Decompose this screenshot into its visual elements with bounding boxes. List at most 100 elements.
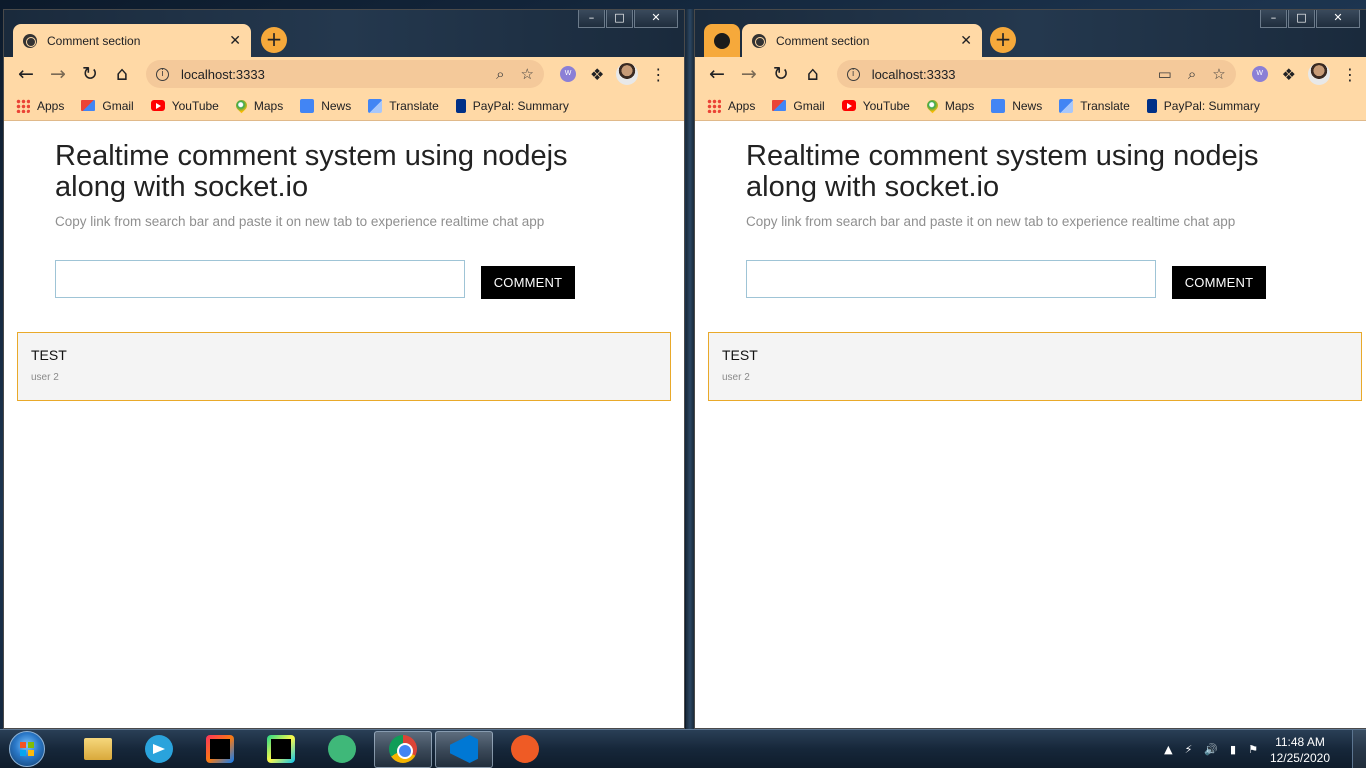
taskbar-chrome[interactable] [374,730,432,768]
comment-card: TEST user 2 [708,332,1362,401]
start-button[interactable] [9,731,45,767]
telegram-icon [145,735,173,763]
intellij-icon [206,735,234,763]
extensions-puzzle-icon[interactable]: ❖ [1282,65,1296,84]
reload-button[interactable]: ↻ [76,60,104,88]
close-tab-icon[interactable]: ✕ [229,33,241,49]
browser-window-right: – □ ✕ Comment section ✕ + ← → ↻ ⌂ i loca… [694,9,1366,729]
bookmark-label: Translate [1080,98,1130,113]
comment-card: TEST user 2 [17,332,671,401]
address-bar[interactable]: i localhost:3333 ▭ ⌕ ☆ [836,60,1236,88]
bookmark-apps[interactable]: Apps [16,98,64,113]
page-title: Realtime comment system using nodejs alo… [55,140,568,203]
new-tab-button[interactable]: + [261,27,287,53]
taskbar-atom[interactable] [313,731,371,768]
pycharm-icon [267,735,295,763]
taskbar-postman[interactable] [496,731,554,768]
apps-icon [707,98,721,113]
taskbar-intellij[interactable] [191,731,249,768]
profile-avatar[interactable] [1308,63,1330,85]
bookmark-apps[interactable]: Apps [707,98,755,113]
power-icon[interactable]: ⚡ [1185,743,1193,756]
vscode-icon [450,735,478,763]
network-signal-icon[interactable]: ▮ [1230,743,1236,756]
forward-button[interactable]: → [735,60,763,88]
forward-button[interactable]: → [44,60,72,88]
url-text[interactable]: localhost:3333 [872,67,1142,82]
maps-icon [924,97,941,114]
taskbar-pycharm[interactable] [252,731,310,768]
bookmark-translate[interactable]: Translate [368,98,439,113]
maximize-button[interactable]: □ [606,10,633,28]
close-window-button[interactable]: ✕ [634,10,678,28]
volume-icon[interactable]: 🔊 [1204,743,1218,756]
zoom-icon[interactable]: ⌕ [1188,65,1196,83]
bookmark-gmail[interactable]: Gmail [81,98,134,113]
comment-text: TEST [31,347,67,363]
info-icon[interactable]: i [846,67,860,81]
pinned-tab-github[interactable] [704,24,740,57]
home-button[interactable]: ⌂ [799,60,827,88]
title-bar: – □ ✕ Comment section ✕ + [4,10,684,57]
menu-dots-icon[interactable]: ⋮ [1342,65,1358,84]
taskbar-vscode[interactable] [435,730,493,768]
bookmark-paypal[interactable]: PayPal: Summary [1146,98,1260,113]
bookmark-news[interactable]: News [991,98,1042,113]
minimize-button[interactable]: – [1260,10,1287,28]
address-bar[interactable]: i localhost:3333 ⌕ ☆ [146,60,544,88]
youtube-icon [841,100,856,111]
new-tab-button[interactable]: + [990,27,1016,53]
news-icon [991,98,1006,113]
title-bar: – □ ✕ Comment section ✕ + [695,10,1366,57]
bookmark-maps[interactable]: Maps [233,97,283,114]
info-icon[interactable]: i [156,67,169,81]
back-button[interactable]: ← [703,60,731,88]
tab-comment-section[interactable]: Comment section ✕ [13,24,251,57]
tab-comment-section[interactable]: Comment section ✕ [742,24,982,57]
comment-button[interactable]: COMMENT [1172,266,1266,299]
zoom-icon[interactable]: ⌕ [496,65,504,83]
bookmark-paypal[interactable]: PayPal: Summary [455,98,569,113]
bookmark-translate[interactable]: Translate [1059,98,1130,113]
extension-icon[interactable]: W [1251,66,1268,82]
show-hidden-icons-icon[interactable]: ▲ [1164,743,1172,756]
system-clock[interactable]: 11:48 AM 12/25/2020 [1270,734,1330,766]
bookmark-news[interactable]: News [300,98,351,113]
extensions-puzzle-icon[interactable]: ❖ [590,65,604,84]
bookmark-youtube[interactable]: YouTube [150,99,219,113]
close-tab-icon[interactable]: ✕ [960,33,972,49]
home-button[interactable]: ⌂ [108,60,136,88]
folder-icon [84,738,112,760]
minimize-button[interactable]: – [578,10,605,28]
cast-device-icon[interactable]: ▭ [1158,65,1172,83]
maximize-button[interactable]: □ [1288,10,1315,28]
taskbar-file-explorer[interactable] [69,731,127,768]
bookmark-star-icon[interactable]: ☆ [521,65,534,83]
profile-avatar[interactable] [616,63,639,85]
action-center-flag-icon[interactable]: ⚑ [1248,743,1258,756]
back-button[interactable]: ← [12,60,40,88]
window-divider [686,9,694,729]
comment-button[interactable]: COMMENT [481,266,575,299]
reload-button[interactable]: ↻ [767,60,795,88]
bookmark-label: PayPal: Summary [472,98,569,113]
bookmark-label: Translate [389,98,439,113]
gmail-icon [81,100,96,111]
comment-input[interactable] [746,260,1156,298]
bookmark-maps[interactable]: Maps [924,97,974,114]
close-window-button[interactable]: ✕ [1316,10,1360,28]
globe-icon [23,33,37,48]
show-desktop-button[interactable] [1352,730,1366,768]
taskbar-telegram[interactable] [130,731,188,768]
tab-title: Comment section [776,33,870,48]
bookmark-star-icon[interactable]: ☆ [1212,65,1225,83]
bookmark-label: Gmail [102,98,134,113]
url-text[interactable]: localhost:3333 [181,67,480,82]
bookmarks-bar: Apps Gmail YouTube Maps News Translate P… [695,91,1366,121]
menu-dots-icon[interactable]: ⋮ [650,65,666,84]
extension-icon[interactable]: W [560,66,576,82]
bookmark-gmail[interactable]: Gmail [772,99,825,113]
browser-toolbar: ← → ↻ ⌂ i localhost:3333 ⌕ ☆ W ❖ ⋮ [4,57,684,91]
bookmark-youtube[interactable]: YouTube [841,99,910,113]
comment-input[interactable] [55,260,465,298]
